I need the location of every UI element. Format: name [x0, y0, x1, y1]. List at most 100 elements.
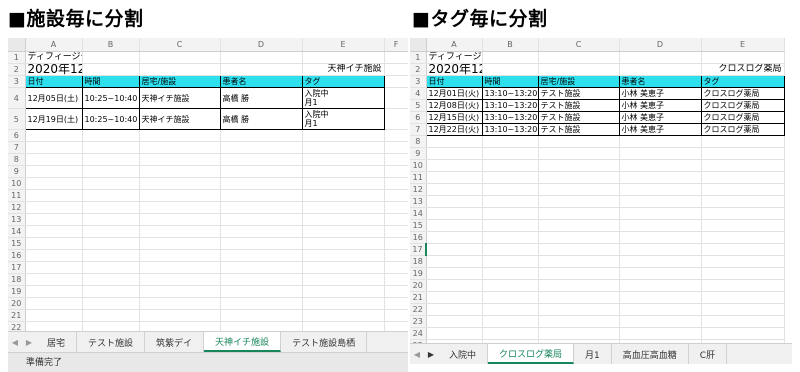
sheet-cell[interactable]	[25, 237, 83, 250]
sheet-cell[interactable]	[220, 129, 303, 142]
row-header[interactable]: 13	[410, 195, 427, 208]
arrow-right-icon[interactable]: ▶	[22, 332, 36, 352]
sheet-cell[interactable]: ディフィージークリニック	[25, 51, 83, 64]
sheet-cell[interactable]	[426, 291, 483, 304]
sheet-cell[interactable]	[302, 213, 385, 226]
row-header[interactable]: 2	[8, 63, 26, 76]
row-header[interactable]: 24	[410, 327, 427, 340]
sheet-cell[interactable]	[701, 219, 785, 232]
sheet-cell[interactable]: 日付	[24, 75, 83, 88]
sheet-cell[interactable]	[701, 291, 785, 304]
sheet-cell[interactable]	[482, 291, 539, 304]
sheet-tab[interactable]: 筑紫デイ	[145, 332, 205, 352]
sheet-cell[interactable]: 日付	[425, 75, 483, 88]
sheet-cell[interactable]	[220, 177, 303, 190]
sheet-cell[interactable]: 12月08日(火)	[425, 99, 483, 112]
sheet-cell[interactable]	[701, 315, 785, 328]
sheet-cell[interactable]	[619, 315, 702, 328]
sheet-cell[interactable]	[384, 213, 408, 226]
sheet-cell[interactable]	[426, 147, 483, 160]
sheet-cell[interactable]: 患者名	[618, 75, 702, 88]
column-header[interactable]: A	[426, 38, 483, 52]
row-header[interactable]: 4	[8, 87, 26, 109]
sheet-cell[interactable]	[619, 159, 702, 172]
sheet-cell[interactable]	[25, 249, 83, 262]
sheet-cell[interactable]	[701, 255, 785, 268]
row-header[interactable]: 15	[410, 219, 427, 232]
sheet-cell[interactable]	[82, 165, 140, 178]
row-header[interactable]: 1	[410, 51, 427, 64]
row-header[interactable]: 5	[410, 99, 427, 112]
sheet-cell[interactable]	[384, 201, 408, 214]
sheet-cell[interactable]	[384, 261, 408, 274]
sheet-cell[interactable]	[426, 255, 483, 268]
sheet-cell[interactable]	[302, 177, 385, 190]
sheet-cell[interactable]	[302, 165, 385, 178]
column-header[interactable]: B	[82, 38, 140, 52]
sheet-cell[interactable]	[220, 189, 303, 202]
sheet-cell[interactable]	[482, 279, 539, 292]
sheet-tab[interactable]: クロスログ薬局	[488, 344, 575, 364]
sheet-cell[interactable]: クロスログ薬局	[701, 63, 785, 76]
row-header[interactable]: 16	[8, 249, 26, 262]
sheet-cell[interactable]	[82, 129, 140, 142]
sheet-cell[interactable]: クロスログ薬局	[700, 111, 785, 124]
sheet-cell[interactable]	[482, 51, 539, 64]
sheet-cell[interactable]	[302, 297, 385, 310]
sheet-cell[interactable]	[220, 297, 303, 310]
sheet-cell[interactable]: 12月19日(土)	[24, 108, 83, 130]
sheet-cell[interactable]	[302, 129, 385, 142]
row-header[interactable]: 20	[410, 279, 427, 292]
sheet-cell[interactable]	[82, 177, 140, 190]
row-header[interactable]: 18	[8, 273, 26, 286]
sheet-cell[interactable]	[538, 219, 620, 232]
sheet-cell[interactable]	[220, 141, 303, 154]
sheet-cell[interactable]	[701, 51, 785, 64]
sheet-cell[interactable]	[220, 261, 303, 274]
sheet-cell[interactable]	[426, 315, 483, 328]
sheet-cell[interactable]	[302, 141, 385, 154]
sheet-cell[interactable]	[482, 255, 539, 268]
sheet-cell[interactable]	[302, 225, 385, 238]
sheet-cell[interactable]: ディフィージークリニック	[426, 51, 483, 64]
sheet-cell[interactable]	[220, 285, 303, 298]
sheet-cell[interactable]	[139, 309, 221, 322]
sheet-cell[interactable]	[139, 129, 221, 142]
sheet-cell[interactable]	[25, 141, 83, 154]
row-header[interactable]: 6	[8, 129, 26, 142]
sheet-cell[interactable]	[139, 285, 221, 298]
sheet-cell[interactable]	[482, 183, 539, 196]
sheet-cell[interactable]	[701, 171, 785, 184]
sheet-cell[interactable]	[25, 189, 83, 202]
sheet-cell[interactable]	[302, 261, 385, 274]
row-header[interactable]: 9	[8, 165, 26, 178]
column-header[interactable]: C	[538, 38, 620, 52]
sheet-cell[interactable]	[25, 213, 83, 226]
sheet-cell[interactable]	[482, 231, 539, 244]
sheet-cell[interactable]	[302, 273, 385, 286]
sheet-cell[interactable]	[538, 279, 620, 292]
sheet-cell[interactable]	[482, 267, 539, 280]
sheet-cell[interactable]	[302, 285, 385, 298]
sheet-cell[interactable]	[384, 189, 408, 202]
sheet-cell[interactable]	[619, 255, 702, 268]
row-header[interactable]: 1	[8, 51, 26, 64]
sheet-cell[interactable]	[619, 219, 702, 232]
sheet-cell[interactable]	[619, 327, 702, 340]
sheet-cell[interactable]: 2020年12月訪問スケジュール	[25, 63, 83, 76]
row-header[interactable]: 17	[410, 243, 427, 256]
sheet-cell[interactable]	[220, 165, 303, 178]
row-header[interactable]: 12	[410, 183, 427, 196]
sheet-cell[interactable]	[426, 135, 483, 148]
sheet-cell[interactable]	[139, 225, 221, 238]
row-header[interactable]: 15	[8, 237, 26, 250]
sheet-cell[interactable]	[139, 213, 221, 226]
sheet-cell[interactable]	[384, 87, 408, 109]
sheet-cell[interactable]	[482, 327, 539, 340]
sheet-cell[interactable]	[701, 231, 785, 244]
sheet-cell[interactable]	[482, 243, 539, 256]
row-header[interactable]: 16	[410, 231, 427, 244]
sheet-cell[interactable]	[619, 147, 702, 160]
sheet-cell[interactable]	[538, 291, 620, 304]
sheet-cell[interactable]	[220, 273, 303, 286]
